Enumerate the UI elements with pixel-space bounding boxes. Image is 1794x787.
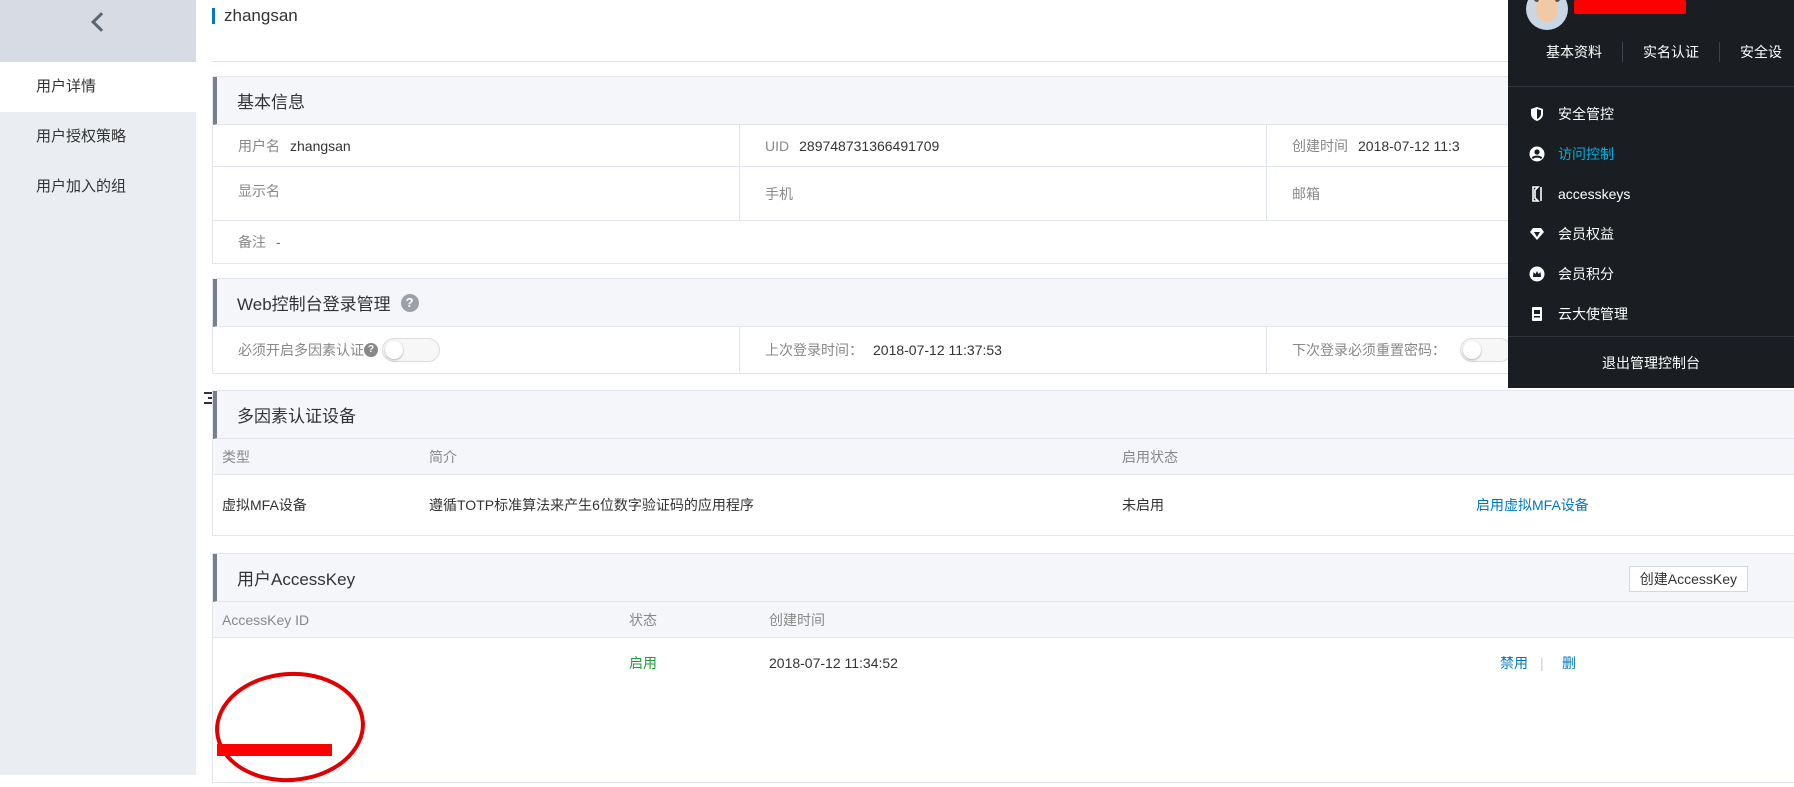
menu-item-security-control[interactable]: 安全管控 (1508, 94, 1794, 134)
sidebar: 用户详情 用户授权策略 用户加入的组 (0, 0, 196, 775)
menu-item-label: 访问控制 (1558, 146, 1614, 162)
mfa-devices-section: 多因素认证设备 类型 简介 启用状态 虚拟MFA设备 遵循TOTP标准算法来产生… (212, 390, 1794, 536)
title-marker (212, 8, 215, 24)
menu-item-member-benefits[interactable]: 会员权益 (1508, 214, 1794, 254)
created-value: 2018-07-12 11:3 (1358, 137, 1460, 154)
section-heading: 多因素认证设备 (213, 391, 1794, 439)
accesskey-created: 2018-07-12 11:34:52 (769, 655, 898, 671)
redacted-username (1574, 0, 1686, 14)
created-label: 创建时间 (1292, 137, 1348, 154)
diamond-icon (1528, 225, 1546, 243)
reset-password-toggle[interactable] (1460, 338, 1512, 362)
mfa-required-cell: 必须开启多因素认证 ? (213, 327, 740, 373)
avatar[interactable] (1526, 0, 1568, 30)
menu-item-member-points[interactable]: 会员积分 (1508, 254, 1794, 294)
create-accesskey-button[interactable]: 创建AccessKey (1628, 566, 1748, 592)
account-menu: 安全管控 访问控制 accesskeys 会员权益 会员积分 云大使管理 (1508, 94, 1794, 334)
phone-label: 手机 (765, 185, 793, 202)
chevron-left-icon (91, 12, 111, 32)
mfa-description: 遵循TOTP标准算法来产生6位数字验证码的应用程序 (429, 497, 754, 513)
mfa-type: 虚拟MFA设备 (222, 497, 307, 513)
email-label: 邮箱 (1292, 185, 1320, 202)
divider (1508, 86, 1794, 87)
action-separator: | (1540, 655, 1544, 671)
shield-icon (1528, 105, 1546, 123)
section-heading: 用户AccessKey 创建AccessKey (213, 554, 1794, 602)
mfa-required-toggle[interactable] (382, 338, 440, 362)
accesskey-table-header: AccessKey ID 状态 创建时间 (213, 602, 1794, 638)
help-icon[interactable]: ? (400, 293, 419, 312)
username-label: 用户名 (238, 137, 280, 154)
toggle-knob (385, 341, 403, 359)
accesskey-section: 用户AccessKey 创建AccessKey AccessKey ID 状态 … (212, 553, 1794, 783)
mfa-status: 未启用 (1122, 497, 1164, 513)
phone-cell: 手机 (740, 167, 1267, 220)
column-header-accesskey-id: AccessKey ID (222, 611, 310, 628)
user-circle-icon (1528, 145, 1546, 163)
menu-item-label: 会员权益 (1558, 226, 1614, 242)
sidebar-item-user-groups[interactable]: 用户加入的组 (0, 162, 196, 212)
uid-value: 289748731366491709 (799, 137, 940, 154)
sidebar-back-button[interactable] (0, 0, 196, 62)
column-header-status: 启用状态 (1122, 448, 1178, 465)
menu-item-cloud-ambassador[interactable]: 云大使管理 (1508, 294, 1794, 334)
username-cell: 用户名 zhangsan (213, 125, 740, 166)
note-label: 备注 (238, 234, 266, 250)
uid-cell: UID 289748731366491709 (740, 125, 1267, 166)
menu-item-label: 安全管控 (1558, 106, 1614, 122)
last-login-cell: 上次登录时间： 2018-07-12 11:37:53 (740, 327, 1267, 373)
account-tabs: 基本资料 实名认证 安全设 (1508, 34, 1794, 70)
column-header-type: 类型 (222, 448, 250, 465)
question-icon[interactable]: ? (364, 343, 378, 357)
display-name-cell: 显示名 (213, 167, 740, 220)
mfa-table-header: 类型 简介 启用状态 (213, 439, 1794, 475)
menu-item-label: 会员积分 (1558, 266, 1614, 282)
display-name-label: 显示名 (238, 183, 280, 199)
mfa-required-label: 必须开启多因素认证 (238, 342, 364, 358)
crown-icon (1528, 265, 1546, 283)
accesskey-status: 启用 (629, 655, 657, 671)
disable-accesskey-link[interactable]: 禁用 (1500, 653, 1528, 673)
key-bracket-icon (1528, 185, 1546, 203)
sidebar-item-user-policies[interactable]: 用户授权策略 (0, 112, 196, 162)
tab-security-settings[interactable]: 安全设 (1720, 42, 1794, 62)
column-header-description: 简介 (429, 448, 457, 465)
tab-real-name-auth[interactable]: 实名认证 (1623, 42, 1720, 62)
sidebar-item-user-detail[interactable]: 用户详情 (0, 62, 196, 112)
username-value: zhangsan (290, 137, 351, 154)
table-row: 虚拟MFA设备 遵循TOTP标准算法来产生6位数字验证码的应用程序 未启用 启用… (213, 475, 1794, 535)
tab-basic-profile[interactable]: 基本资料 (1508, 42, 1623, 62)
menu-item-access-control[interactable]: 访问控制 (1508, 134, 1794, 174)
column-header-created: 创建时间 (769, 611, 825, 628)
menu-item-label: 云大使管理 (1558, 306, 1628, 322)
column-header-status: 状态 (629, 611, 657, 628)
last-login-value: 2018-07-12 11:37:53 (873, 342, 1002, 358)
enable-mfa-link[interactable]: 启用虚拟MFA设备 (1476, 495, 1589, 515)
web-login-heading: Web控制台登录管理 (237, 295, 391, 314)
table-row: 启用 2018-07-12 11:34:52 禁用 | 删 (213, 638, 1794, 688)
logout-button[interactable]: 退出管理控制台 (1508, 336, 1794, 388)
delete-accesskey-link[interactable]: 删 (1562, 653, 1576, 673)
uid-label: UID (765, 137, 790, 154)
avatar-face (1536, 0, 1558, 22)
reset-password-label: 下次登录必须重置密码： (1292, 342, 1446, 358)
last-login-label: 上次登录时间： (765, 342, 863, 358)
page-title: zhangsan (224, 6, 298, 25)
toggle-knob (1463, 341, 1481, 359)
account-dropdown: 基本资料 实名认证 安全设 安全管控 访问控制 accesskeys 会员权益 … (1508, 0, 1794, 388)
badge-icon (1528, 305, 1546, 323)
accesskey-heading: 用户AccessKey (237, 570, 356, 589)
menu-item-label: accesskeys (1558, 186, 1631, 202)
redacted-accesskey-id (217, 744, 332, 756)
note-value: - (276, 234, 281, 250)
menu-item-accesskeys[interactable]: accesskeys (1508, 174, 1794, 214)
